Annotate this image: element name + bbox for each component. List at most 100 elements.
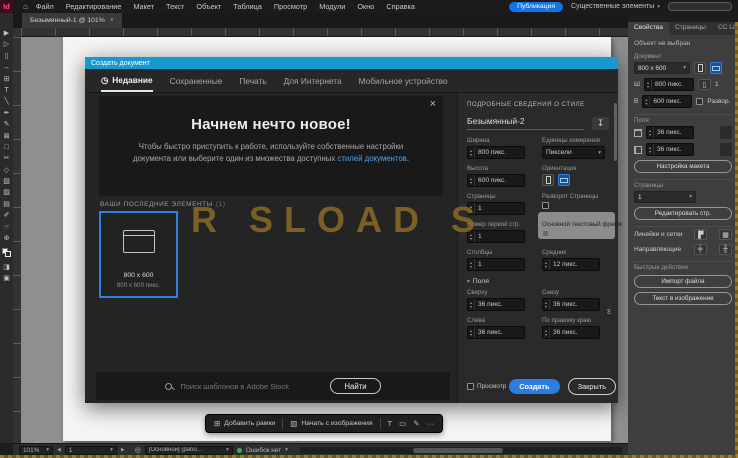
- frame-icon[interactable]: ▭: [399, 419, 406, 428]
- find-button[interactable]: Найти: [330, 378, 381, 394]
- units-select[interactable]: Пиксели ▾: [542, 146, 605, 159]
- text-to-image-button[interactable]: Текст в изображение: [634, 292, 732, 305]
- preflight-profile-select[interactable]: [Основной] (рабо… ▾: [144, 445, 233, 455]
- stock-search-input[interactable]: [180, 381, 309, 391]
- menu-type[interactable]: Текст: [166, 2, 184, 11]
- margin-left-field[interactable]: 36 пикс.: [467, 326, 525, 339]
- screen-mode-icon[interactable]: ▣: [3, 275, 10, 282]
- tab-mobile[interactable]: Мобильное устройство: [359, 69, 448, 92]
- home-icon[interactable]: ⌂: [23, 2, 28, 11]
- document-presets-link[interactable]: стилей документов: [337, 154, 406, 163]
- stepper-arrows-icon[interactable]: [645, 79, 652, 90]
- fill-stroke-swatches[interactable]: [2, 248, 11, 258]
- hand-tool-icon[interactable]: ☞: [3, 224, 9, 231]
- gradient-tool-icon[interactable]: ▧: [3, 178, 10, 185]
- stepper-arrows-icon[interactable]: [468, 147, 475, 158]
- gap-tool-icon[interactable]: ↔: [3, 64, 10, 71]
- save-preset-icon[interactable]: ↧: [592, 117, 609, 130]
- pages-select[interactable]: 1 ▾: [634, 191, 696, 203]
- document-tab[interactable]: Безымянный-1 @ 101% ×: [22, 13, 122, 28]
- formatting-affects-icon[interactable]: ◨: [3, 264, 10, 271]
- publish-button[interactable]: Публикация: [509, 1, 564, 12]
- direct-selection-tool-icon[interactable]: ▷: [4, 41, 9, 48]
- grids-icon[interactable]: ▦: [719, 229, 732, 240]
- rectangle-tool-icon[interactable]: □: [4, 144, 8, 151]
- create-button[interactable]: Создать: [509, 379, 560, 394]
- link-margins-icon[interactable]: ∞: [605, 309, 614, 315]
- scissors-tool-icon[interactable]: ✂: [4, 155, 10, 162]
- add-text-icon[interactable]: T: [388, 419, 393, 428]
- margin-field[interactable]: 36 пикс.: [646, 126, 694, 139]
- height-field[interactable]: 600 пикс.: [642, 95, 693, 108]
- stepper-arrows-icon[interactable]: [643, 96, 651, 107]
- chevron-down-icon[interactable]: ▾: [285, 447, 288, 453]
- ruler-origin[interactable]: [13, 28, 21, 37]
- stepper-arrows-icon[interactable]: [647, 144, 654, 155]
- workspace-switcher[interactable]: Существенные элементы ▾: [571, 3, 660, 10]
- gutter-field[interactable]: 12 пикс.: [542, 258, 600, 271]
- horizontal-ruler[interactable]: 5010015020025030035040045050055060065070…: [21, 28, 628, 37]
- landscape-orientation-icon[interactable]: [558, 174, 570, 186]
- adjust-layout-button[interactable]: Настройка макета: [634, 160, 732, 173]
- content-collector-tool-icon[interactable]: ⊞: [4, 76, 10, 83]
- selection-tool-icon[interactable]: ▶: [4, 30, 9, 37]
- tab-web[interactable]: Для Интернета: [284, 69, 342, 92]
- menu-help[interactable]: Справка: [386, 2, 415, 11]
- eyedropper-tool-icon[interactable]: ✐: [4, 212, 10, 219]
- stroke-swatch[interactable]: [5, 251, 11, 258]
- primary-text-frame-checkbox[interactable]: [542, 230, 549, 237]
- facing-pages-checkbox[interactable]: [696, 98, 704, 105]
- stepper-arrows-icon[interactable]: [543, 327, 550, 338]
- previous-page-icon[interactable]: ◀: [57, 447, 61, 453]
- stepper-arrows-icon[interactable]: [468, 299, 475, 310]
- stepper-arrows-icon[interactable]: [543, 259, 550, 270]
- margin-field[interactable]: 36 пикс.: [646, 143, 694, 156]
- type-tool-icon[interactable]: T: [4, 87, 8, 94]
- start-page-field[interactable]: 1: [467, 230, 525, 243]
- stepper-arrows-icon[interactable]: [543, 299, 550, 310]
- recent-preset-card[interactable]: 800 x 600 800 x 600 пикс.: [99, 211, 178, 298]
- stepper-arrows-icon[interactable]: [468, 203, 475, 214]
- guides-show-icon[interactable]: ╫: [719, 244, 732, 255]
- rulers-icon[interactable]: ▛: [694, 229, 708, 240]
- stepper-arrows-icon[interactable]: [468, 327, 475, 338]
- edit-pages-button[interactable]: Редактировать стр.: [634, 207, 732, 220]
- clipped-field[interactable]: [720, 143, 732, 156]
- horizontal-scrollbar[interactable]: [299, 446, 622, 454]
- tab-pages[interactable]: Страницы: [669, 22, 712, 35]
- close-banner-icon[interactable]: ×: [430, 98, 436, 110]
- start-with-image-button[interactable]: ▨ Начать с изображения: [290, 419, 372, 428]
- preview-checkbox[interactable]: [467, 383, 474, 390]
- pencil-tool-icon[interactable]: ✎: [4, 121, 10, 128]
- margin-bottom-field[interactable]: 36 пикс.: [542, 298, 600, 311]
- guides-lock-icon[interactable]: ╪: [693, 244, 707, 255]
- zoom-tool-icon[interactable]: ⊕: [4, 235, 10, 242]
- next-page-icon[interactable]: ▶: [121, 447, 125, 453]
- menu-window[interactable]: Окно: [357, 2, 374, 11]
- menu-edit[interactable]: Редактирование: [66, 2, 122, 11]
- width-field[interactable]: 800 пикс.: [643, 78, 694, 91]
- gradient-feather-tool-icon[interactable]: ▨: [3, 189, 10, 196]
- columns-field[interactable]: 1: [467, 258, 525, 271]
- details-scrollbar[interactable]: [614, 103, 617, 161]
- pen-tool-icon[interactable]: ✒: [4, 110, 10, 117]
- dialog-title-bar[interactable]: Создать документ: [85, 57, 618, 69]
- clipped-field[interactable]: [720, 126, 732, 139]
- menu-plugins[interactable]: Модули: [319, 2, 345, 11]
- import-file-button[interactable]: Импорт файла: [634, 275, 732, 288]
- rectangle-frame-tool-icon[interactable]: ⊠: [4, 133, 10, 140]
- margin-right-field[interactable]: 36 пикс.: [542, 326, 600, 339]
- tab-saved[interactable]: Сохраненные: [170, 69, 223, 92]
- note-tool-icon[interactable]: ▤: [3, 201, 10, 208]
- app-search-input[interactable]: [668, 2, 732, 11]
- close-tab-icon[interactable]: ×: [110, 17, 114, 24]
- width-field[interactable]: 800 пикс.: [467, 146, 525, 159]
- document-name-input[interactable]: Безымянный-2: [467, 116, 584, 130]
- close-button[interactable]: Закрыть: [567, 378, 617, 395]
- stepper-arrows-icon[interactable]: [647, 127, 654, 138]
- menu-view[interactable]: Просмотр: [274, 2, 307, 11]
- stepper-arrows-icon[interactable]: [468, 231, 475, 242]
- landscape-orientation-icon[interactable]: [710, 62, 722, 74]
- page-size-preset-select[interactable]: 800 x 600 ▾: [634, 62, 690, 74]
- portrait-orientation-icon[interactable]: [694, 62, 706, 74]
